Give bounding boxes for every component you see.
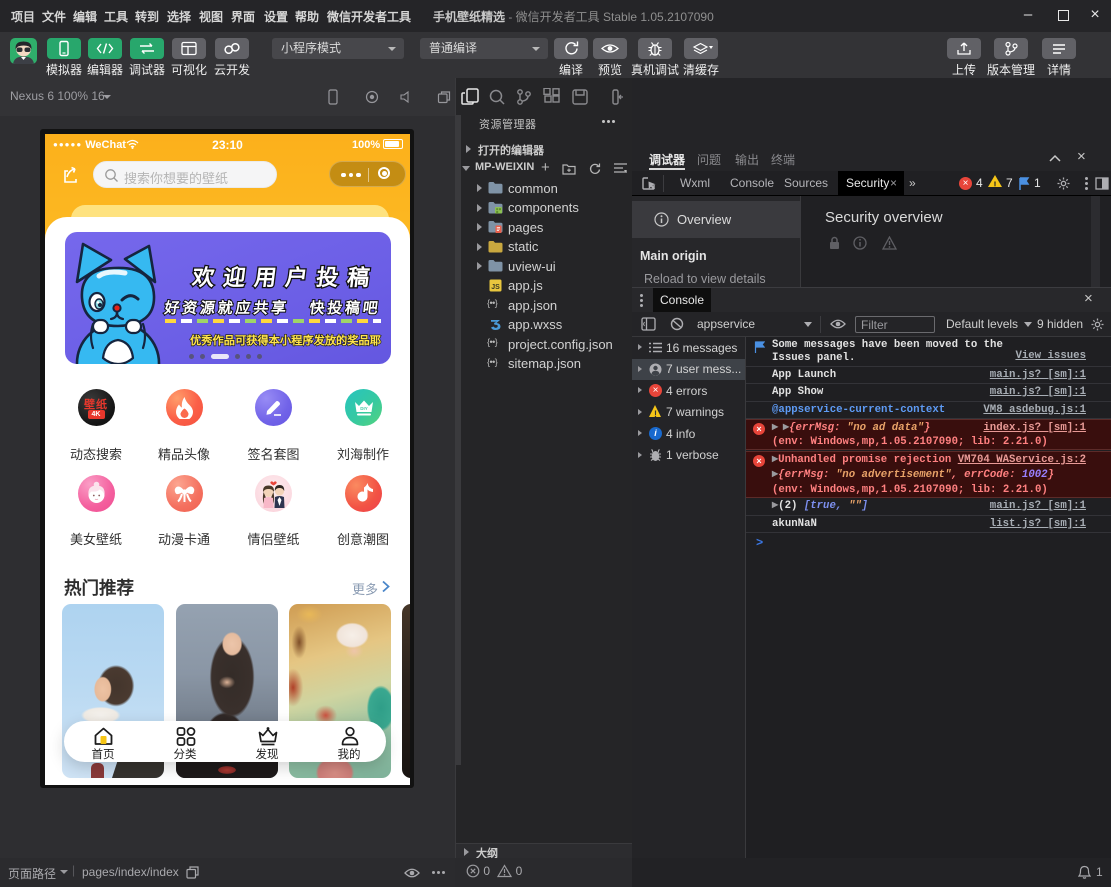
svg-text:DIY: DIY <box>360 406 368 411</box>
svg-text:优秀作品可获得本小程序发放的奖品耶: 优秀作品可获得本小程序发放的奖品耶 <box>190 333 381 347</box>
svg-text:好资源就应共享 快投稿吧: 好资源就应共享 快投稿吧 <box>163 299 382 317</box>
svg-text:欢迎用户投稿: 欢迎用户投稿 <box>190 265 380 290</box>
svg-text:JS: JS <box>491 283 500 290</box>
